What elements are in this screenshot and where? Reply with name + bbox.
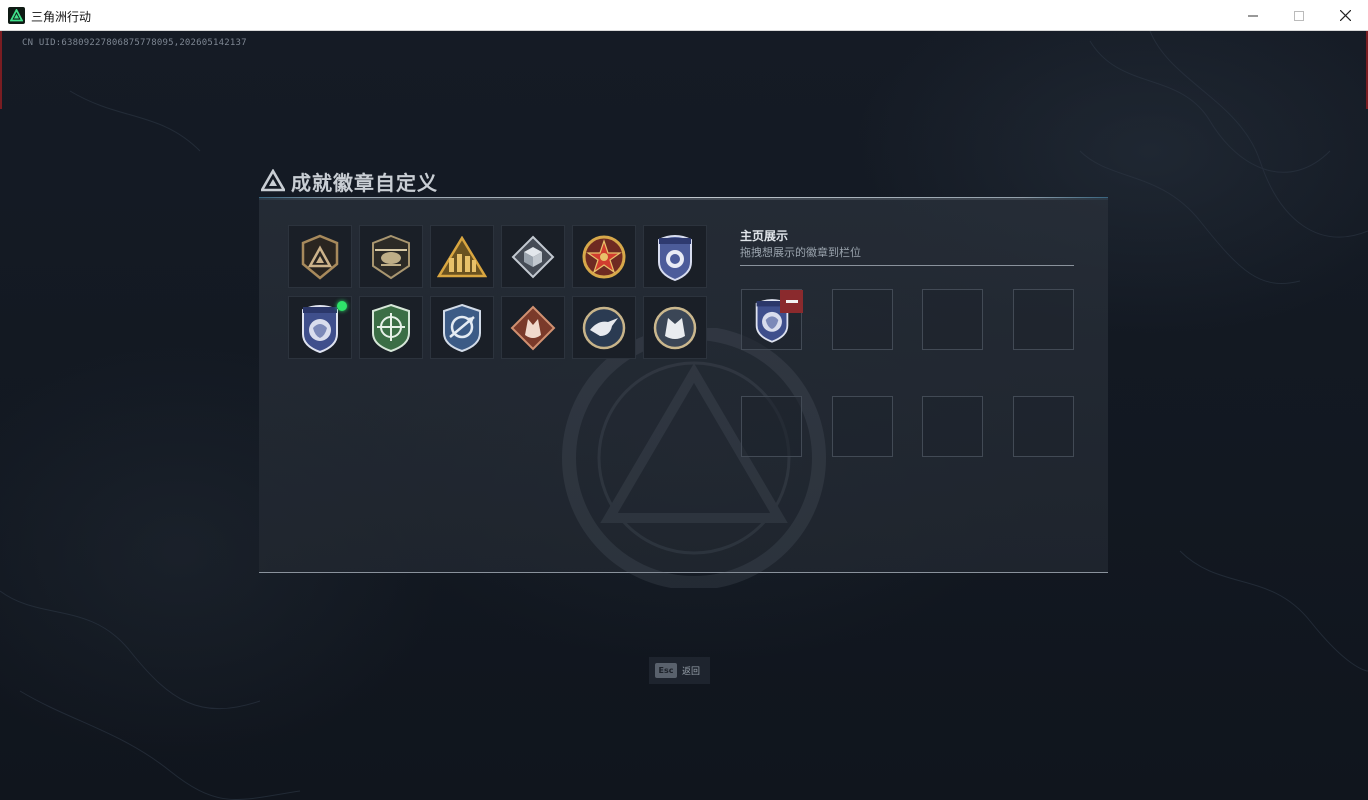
showcase-slot-4[interactable] <box>1013 289 1074 350</box>
badge-silver-diamond[interactable] <box>501 225 565 288</box>
showcase-slot-2[interactable] <box>832 289 893 350</box>
helicopter-icon <box>372 234 410 279</box>
silver-diamond-cube-icon <box>511 235 555 278</box>
maximize-icon <box>1294 10 1304 21</box>
eagle-round-icon <box>582 306 626 349</box>
badge-wolf[interactable] <box>643 296 707 359</box>
badge-bronze-shield[interactable] <box>288 225 352 288</box>
badge-red-star[interactable] <box>572 225 636 288</box>
showcase-slot-5[interactable] <box>741 396 802 457</box>
faded-emblem-watermark <box>562 328 826 588</box>
badge-blue-arrow[interactable] <box>430 296 494 359</box>
close-button[interactable] <box>1322 0 1368 31</box>
badge-copper-wolf[interactable] <box>501 296 565 359</box>
red-star-medal-icon <box>582 235 626 278</box>
blue-lion-shield-icon <box>302 304 338 353</box>
close-icon <box>1339 10 1351 21</box>
gold-triangle-soldiers-icon <box>437 235 487 277</box>
blue-arrow-shield-icon <box>443 303 481 352</box>
showcase-title: 主页展示 <box>740 229 789 243</box>
badge-green-crosshair[interactable] <box>359 296 423 359</box>
badge-blue-lion[interactable] <box>288 296 352 359</box>
badge-eagle[interactable] <box>572 296 636 359</box>
window-title: 三角洲行动 <box>31 10 92 24</box>
delta-logo-icon <box>8 7 25 24</box>
badge-blue-police[interactable] <box>643 225 707 288</box>
showcase-slot-8[interactable] <box>1013 396 1074 457</box>
esc-key-label: Esc <box>655 663 677 678</box>
badge-helicopter[interactable] <box>359 225 423 288</box>
bronze-shield-triangle-icon <box>301 234 339 280</box>
esc-return-button[interactable]: Esc 返回 <box>649 657 710 684</box>
panel-header: 成就徽章自定义 <box>261 166 438 196</box>
minimize-icon <box>1248 15 1258 16</box>
badge-customize-panel: 主页展示 拖拽想展示的徽章到栏位 <box>259 198 1108 588</box>
showcase-slot-6[interactable] <box>832 396 893 457</box>
showcase-slot-1[interactable] <box>741 289 803 350</box>
showcase-slot-7[interactable] <box>922 396 983 457</box>
copper-wolf-diamond-icon <box>510 305 556 350</box>
green-crosshair-shield-icon <box>372 303 410 352</box>
wolf-round-icon <box>653 306 697 349</box>
return-label: 返回 <box>682 667 701 677</box>
showcase-slot-3[interactable] <box>922 289 983 350</box>
panel-title: 成就徽章自定义 <box>291 170 438 195</box>
remove-badge-button[interactable] <box>780 290 803 313</box>
blue-police-shield-icon <box>658 234 692 281</box>
uid-text: CN UID:63809227806875778095,202605142137 <box>22 38 247 48</box>
badge-gold-triangle[interactable] <box>430 225 494 288</box>
new-badge-indicator <box>337 301 347 311</box>
minimize-button[interactable] <box>1230 0 1276 31</box>
showcase-subtitle: 拖拽想展示的徽章到栏位 <box>740 246 861 259</box>
window-titlebar: 三角洲行动 <box>0 0 1368 31</box>
showcase-divider <box>740 265 1074 266</box>
delta-triangle-icon <box>261 169 285 192</box>
maximize-button[interactable] <box>1276 0 1322 31</box>
minus-icon <box>785 300 798 303</box>
